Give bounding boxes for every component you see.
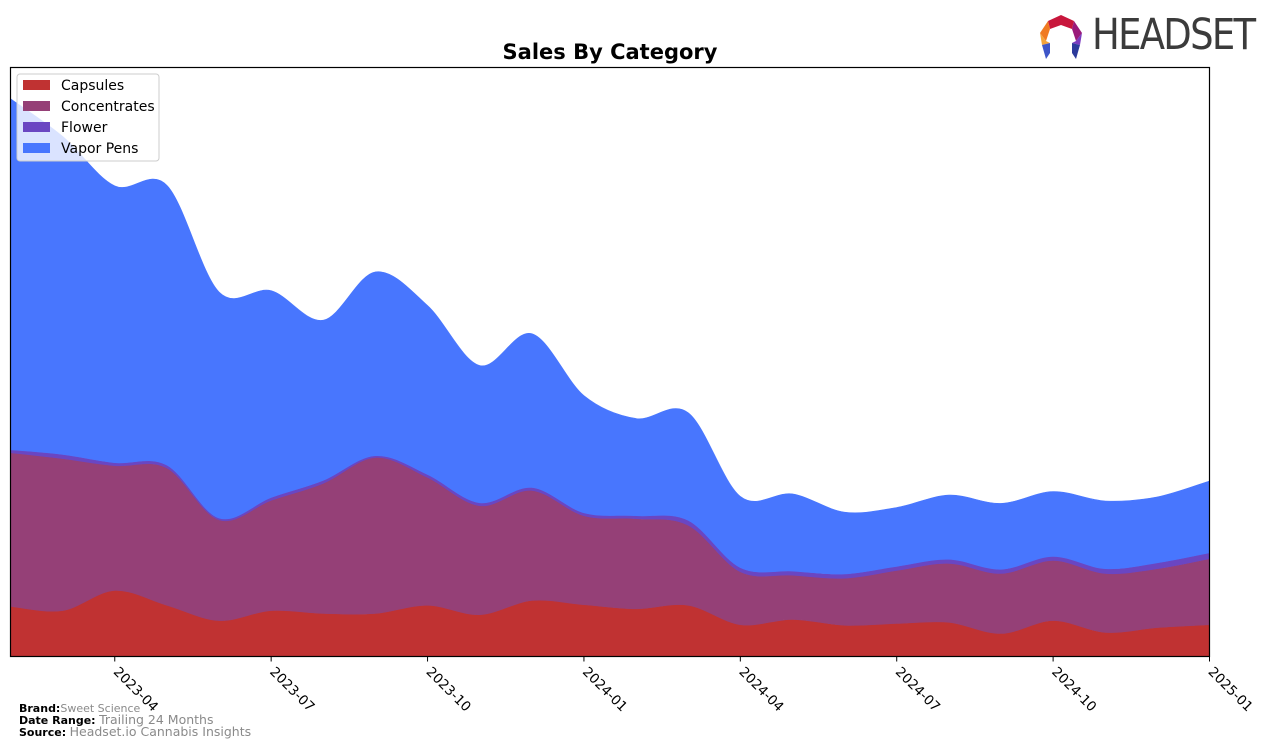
legend-label-capsules: Capsules xyxy=(61,78,124,94)
headset-logo-icon xyxy=(1040,15,1082,59)
x-tick-label: 2023-07 xyxy=(266,664,317,715)
chart-footer: Brand:Sweet Science Date Range: Trailing… xyxy=(19,703,251,738)
headset-logo: HEADSET xyxy=(1036,10,1266,63)
source-row: Source: Headset.io Cannabis Insights xyxy=(19,724,252,739)
legend-label-vapor-pens: Vapor Pens xyxy=(61,141,138,157)
x-axis: 2023-04 2023-07 2023-10 2024-01 2024-04 2024-… xyxy=(110,656,1256,715)
x-tick-label: 2024-04 xyxy=(735,664,786,715)
legend-swatch-capsules xyxy=(23,80,50,90)
x-tick-label: 2023-10 xyxy=(423,664,474,715)
x-tick-label: 2025-01 xyxy=(1205,664,1256,715)
legend-swatch-vapor-pens xyxy=(23,143,50,153)
legend-swatch-concentrates xyxy=(23,101,50,111)
area-layers xyxy=(10,98,1210,657)
x-tick-label: 2024-01 xyxy=(579,664,630,715)
chart-title: Sales By Category xyxy=(503,40,718,64)
sales-by-category-chart: Sales By Category 2023-04 2023-07 2023-10 2… xyxy=(9,40,1256,715)
headset-logo-text: HEADSET xyxy=(1092,10,1256,60)
source-value: Headset.io Cannabis Insights xyxy=(69,724,252,739)
legend-label-flower: Flower xyxy=(61,120,108,136)
legend: Capsules Concentrates Flower Vapor Pens xyxy=(16,73,160,162)
x-tick-label: 2024-07 xyxy=(892,664,943,715)
legend-swatch-flower xyxy=(23,122,50,132)
legend-label-concentrates: Concentrates xyxy=(61,99,155,115)
x-tick-label: 2024-10 xyxy=(1048,664,1099,715)
source-label: Source: xyxy=(19,726,67,739)
